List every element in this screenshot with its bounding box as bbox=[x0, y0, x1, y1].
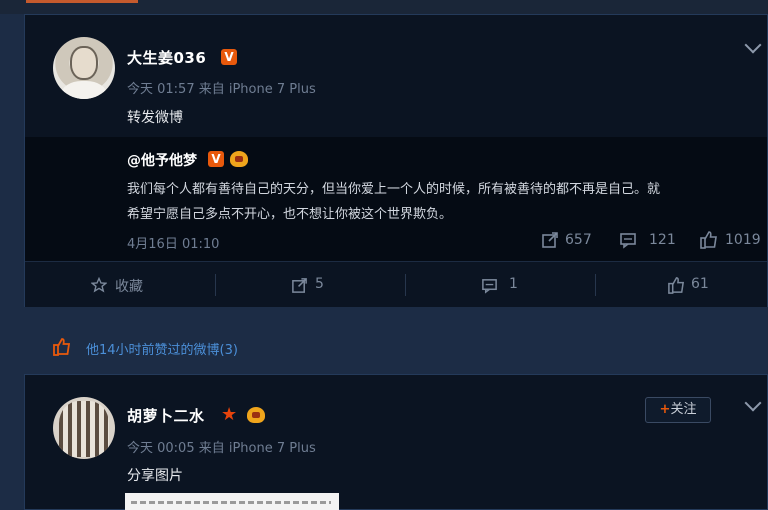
active-tab-indicator bbox=[26, 0, 138, 3]
post-meta: 今天 00:05 来自 iPhone 7 Plus bbox=[127, 441, 316, 456]
star-outline-icon bbox=[91, 277, 107, 293]
top-bar bbox=[0, 0, 768, 14]
repost-button[interactable]: 5 bbox=[215, 262, 405, 308]
thumb-up-icon[interactable] bbox=[699, 230, 719, 250]
repost-icon[interactable] bbox=[541, 231, 559, 249]
post-text: 转发微博 bbox=[127, 110, 183, 126]
liked-posts-link[interactable]: 他14小时前赞过的微博(3) bbox=[86, 339, 238, 358]
crown-icon bbox=[230, 151, 248, 167]
v-badge-icon: V bbox=[208, 151, 224, 167]
feed-card-post: 胡萝卜二水 ★ +关注 今天 00:05 来自 iPhone 7 Plus 分享… bbox=[24, 374, 768, 510]
avatar[interactable] bbox=[53, 37, 115, 99]
post-text: 分享图片 bbox=[127, 468, 183, 484]
follow-label: 关注 bbox=[670, 402, 697, 417]
avatar[interactable] bbox=[53, 397, 115, 459]
thumb-up-icon bbox=[668, 277, 685, 294]
crown-icon bbox=[247, 407, 265, 423]
like-count: 61 bbox=[691, 276, 709, 292]
like-count[interactable]: 1019 bbox=[725, 232, 761, 248]
repost-count[interactable]: 657 bbox=[565, 232, 592, 248]
original-author-name[interactable]: @他予他梦 bbox=[127, 150, 197, 170]
favorite-button[interactable]: 收藏 bbox=[25, 262, 215, 308]
comment-icon[interactable] bbox=[619, 231, 637, 249]
chevron-down-icon[interactable] bbox=[744, 394, 762, 412]
original-text-line1: 我们每个人都有善待自己的天分，但当你爱上一个人的时候，所有被善待的都不再是自己。… bbox=[127, 182, 661, 197]
original-text-line2: 希望宁愿自己多点不开心，也不想让你被这个世界欺负。 bbox=[127, 207, 453, 222]
action-bar: 收藏 5 1 61 bbox=[25, 261, 767, 307]
author-name[interactable]: 大生姜036 bbox=[127, 47, 206, 68]
post-meta: 今天 01:57 来自 iPhone 7 Plus bbox=[127, 82, 316, 97]
comment-button[interactable]: 1 bbox=[405, 262, 595, 308]
star-icon: ★ bbox=[221, 404, 238, 425]
comment-count[interactable]: 121 bbox=[649, 232, 676, 248]
reposted-content[interactable]: @他予他梦 V 我们每个人都有善待自己的天分，但当你爱上一个人的时候，所有被善待… bbox=[25, 137, 767, 261]
v-badge-icon: V bbox=[221, 49, 237, 65]
repost-count: 5 bbox=[315, 276, 324, 292]
original-meta: 4月16日 01:10 bbox=[127, 237, 220, 252]
post-image-thumbnail[interactable] bbox=[125, 493, 339, 510]
follow-button[interactable]: +关注 bbox=[645, 397, 711, 423]
plus-icon: + bbox=[659, 402, 671, 417]
feed-card-repost: 大生姜036 V 今天 01:57 来自 iPhone 7 Plus 转发微博 … bbox=[24, 14, 768, 307]
author-name[interactable]: 胡萝卜二水 bbox=[127, 405, 205, 426]
favorite-label: 收藏 bbox=[115, 279, 143, 295]
chevron-down-icon[interactable] bbox=[744, 36, 762, 54]
liked-posts-header[interactable]: 他14小时前赞过的微博(3) bbox=[24, 334, 768, 360]
thumb-up-icon bbox=[53, 338, 71, 356]
like-button[interactable]: 61 bbox=[595, 262, 767, 308]
comment-icon bbox=[482, 279, 497, 294]
comment-count: 1 bbox=[509, 276, 518, 292]
repost-icon bbox=[292, 278, 307, 293]
